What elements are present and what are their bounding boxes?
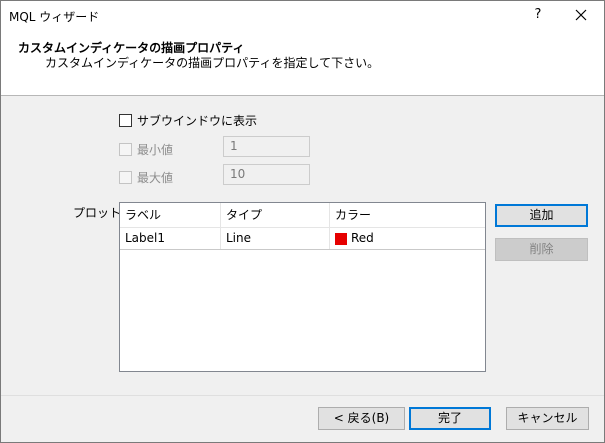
max-option: 最大値 <box>119 169 173 186</box>
min-checkbox <box>119 143 132 156</box>
plots-list-header: ラベル タイプ カラー <box>120 203 485 228</box>
max-checkbox <box>119 171 132 184</box>
title-bar: MQL ウィザード ? <box>1 1 604 31</box>
min-value-field: 1 <box>223 136 310 157</box>
close-button[interactable] <box>567 5 595 25</box>
header-subtitle: カスタムインディケータの描画プロパティを指定して下さい。 <box>45 56 380 70</box>
mql-wizard-dialog: MQL ウィザード ? カスタムインディケータの描画プロパティ カスタムインディ… <box>0 0 605 443</box>
row-color: Red <box>330 228 485 249</box>
footer-divider <box>1 395 604 396</box>
subwindow-option[interactable]: サブウインドウに表示 <box>119 112 257 129</box>
table-row[interactable]: Label1 Line Red <box>120 228 485 250</box>
wizard-header: カスタムインディケータの描画プロパティ カスタムインディケータの描画プロパティを… <box>1 31 604 96</box>
column-header-type[interactable]: タイプ <box>221 203 330 227</box>
column-header-label[interactable]: ラベル <box>120 203 221 227</box>
plots-list[interactable]: ラベル タイプ カラー Label1 Line Red <box>119 202 486 372</box>
max-label: 最大値 <box>137 171 174 185</box>
min-option: 最小値 <box>119 141 173 158</box>
subwindow-checkbox[interactable] <box>119 114 132 127</box>
window-title: MQL ウィザード <box>9 10 100 24</box>
subwindow-label: サブウインドウに表示 <box>137 114 258 128</box>
back-button[interactable]: < 戻る(B) <box>318 407 405 430</box>
cancel-button[interactable]: キャンセル <box>506 407 589 430</box>
color-swatch <box>335 232 347 245</box>
max-value-field: 10 <box>223 164 310 185</box>
add-button[interactable]: 追加 <box>495 204 588 227</box>
finish-button[interactable]: 完了 <box>409 407 491 430</box>
column-header-color[interactable]: カラー <box>330 203 485 227</box>
row-label: Label1 <box>120 228 221 249</box>
help-button[interactable]: ? <box>528 5 548 25</box>
row-type: Line <box>221 228 330 249</box>
min-label: 最小値 <box>137 143 174 157</box>
plots-label: プロット: <box>73 206 126 220</box>
delete-button: 削除 <box>495 238 588 261</box>
close-icon <box>575 9 587 21</box>
row-color-name: Red <box>351 231 374 245</box>
